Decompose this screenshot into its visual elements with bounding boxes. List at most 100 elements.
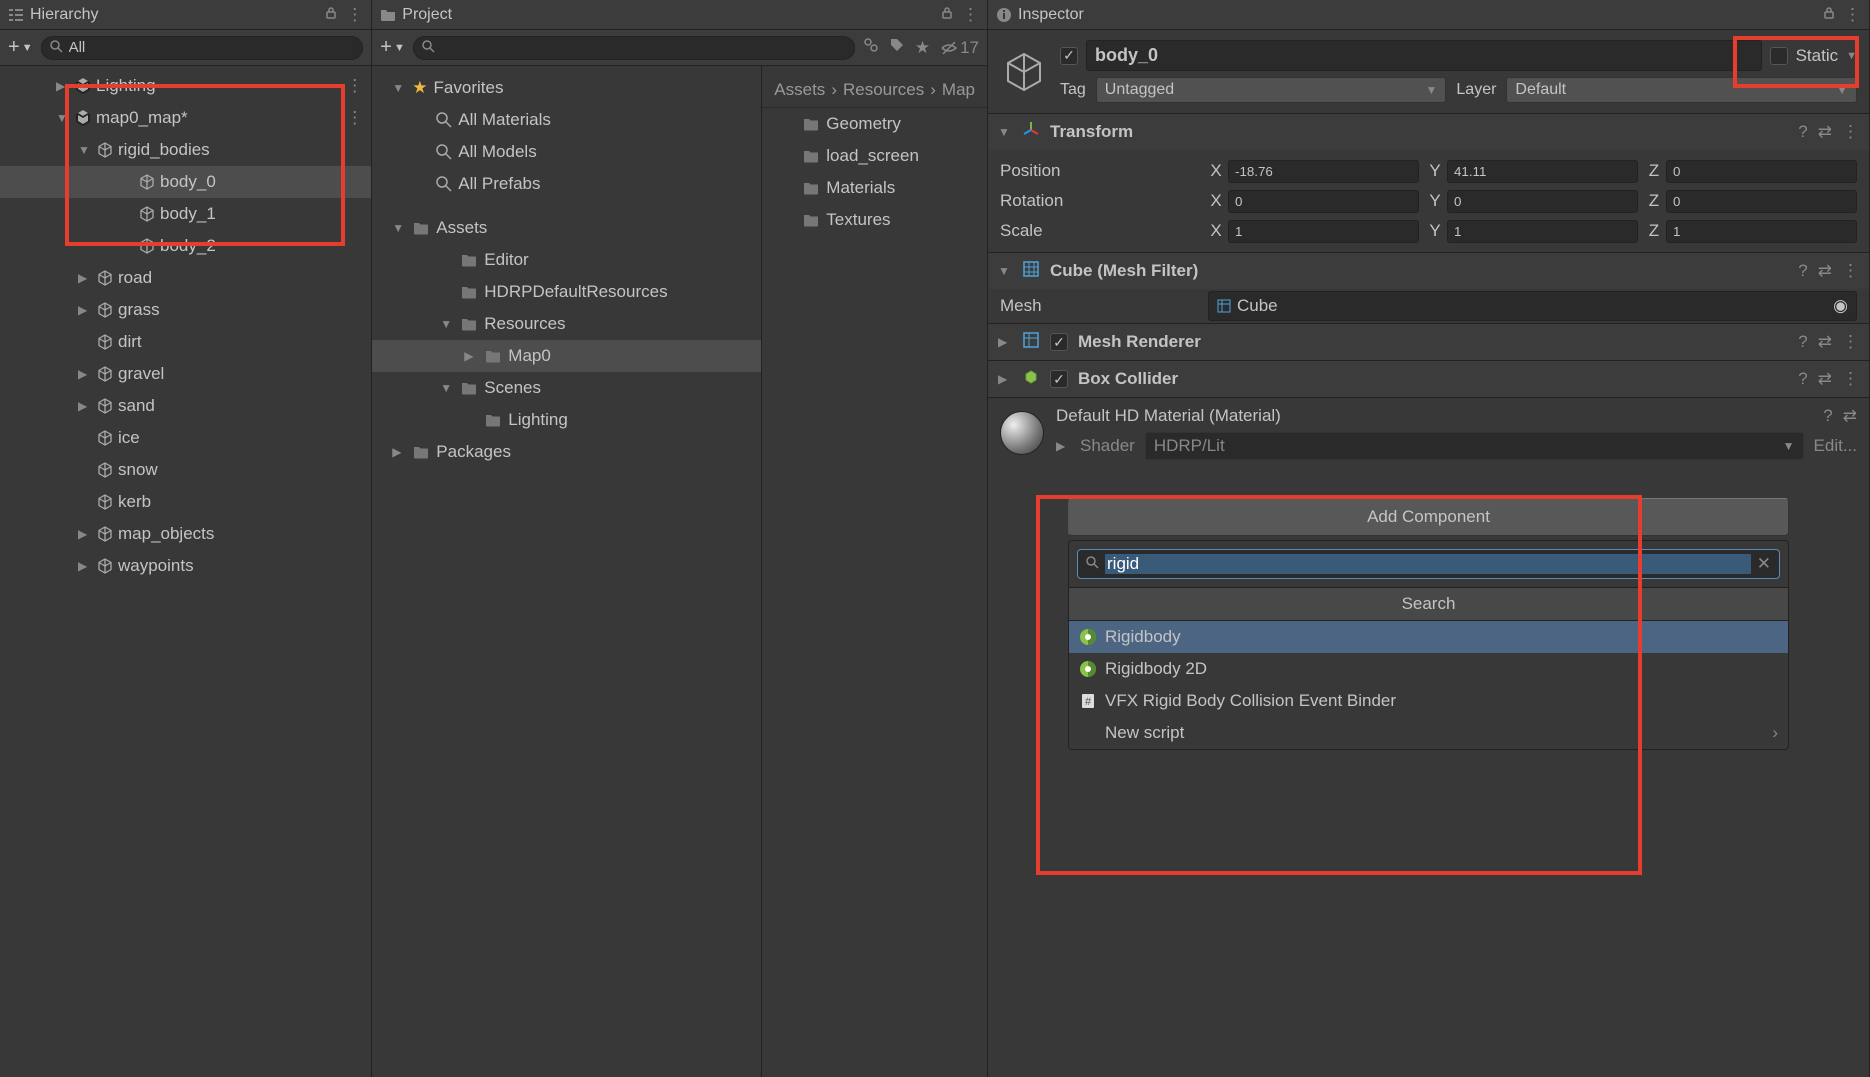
component-result-rigidbody[interactable]: Rigidbody: [1069, 621, 1788, 653]
component-result-vfx-rigid-body-collision-event-binder[interactable]: #VFX Rigid Body Collision Event Binder: [1069, 685, 1788, 717]
object-name-input[interactable]: [1086, 40, 1762, 71]
favorite-all-models[interactable]: All Models: [372, 136, 761, 168]
help-icon[interactable]: ?: [1798, 122, 1807, 142]
enabled-checkbox[interactable]: [1060, 47, 1078, 65]
panel-menu-icon[interactable]: ⋮: [1844, 5, 1861, 25]
hierarchy-item-road[interactable]: ▶road: [0, 262, 371, 294]
component-enabled-checkbox[interactable]: [1050, 370, 1068, 388]
folder-scenes[interactable]: ▼Scenes: [372, 372, 761, 404]
position-z-input[interactable]: [1666, 160, 1857, 183]
tag-icon[interactable]: [889, 37, 905, 58]
favorite-all-prefabs[interactable]: All Prefabs: [372, 168, 761, 200]
hierarchy-item-body-1[interactable]: body_1: [0, 198, 371, 230]
hierarchy-item-dirt[interactable]: dirt: [0, 326, 371, 358]
menu-icon[interactable]: ⋮: [1842, 122, 1859, 142]
preset-icon[interactable]: ⇄: [1818, 122, 1832, 142]
menu-icon[interactable]: ⋮: [1842, 261, 1859, 281]
lock-icon[interactable]: [1822, 5, 1836, 25]
preset-icon[interactable]: ⇄: [1818, 369, 1832, 389]
component-enabled-checkbox[interactable]: [1050, 333, 1068, 351]
item-menu-icon[interactable]: ⋮: [346, 76, 363, 96]
hierarchy-item-body-0[interactable]: body_0: [0, 166, 371, 198]
project-search-input[interactable]: [441, 39, 846, 56]
folder-resources[interactable]: ▼Resources: [372, 308, 761, 340]
mesh-field[interactable]: Cube ◉: [1208, 291, 1857, 321]
component-search-box[interactable]: ✕: [1077, 549, 1780, 579]
lock-icon[interactable]: [940, 5, 954, 25]
menu-icon[interactable]: ⋮: [1842, 369, 1859, 389]
folder-materials[interactable]: Materials: [762, 172, 987, 204]
menu-icon[interactable]: ⋮: [1842, 332, 1859, 352]
add-component-button[interactable]: Add Component: [1068, 498, 1789, 536]
hierarchy-item-sand[interactable]: ▶sand: [0, 390, 371, 422]
rotation-z-input[interactable]: [1666, 190, 1857, 213]
help-icon[interactable]: ?: [1798, 332, 1807, 352]
component-search-input[interactable]: [1105, 554, 1751, 574]
panel-menu-icon[interactable]: ⋮: [962, 5, 979, 25]
position-y-input[interactable]: [1447, 160, 1638, 183]
assets-folder[interactable]: ▼Assets: [372, 212, 761, 244]
shader-dropdown[interactable]: HDRP/Lit ▼: [1145, 432, 1804, 460]
hierarchy-item-snow[interactable]: snow: [0, 454, 371, 486]
filter-icon[interactable]: [863, 37, 879, 58]
folder-geometry[interactable]: Geometry: [762, 108, 987, 140]
preset-icon[interactable]: ⇄: [1818, 261, 1832, 281]
folder-textures[interactable]: Textures: [762, 204, 987, 236]
component-header[interactable]: ▶ Mesh Renderer ? ⇄ ⋮: [988, 324, 1869, 360]
hierarchy-item-rigid-bodies[interactable]: ▼rigid_bodies: [0, 134, 371, 166]
favorite-all-materials[interactable]: All Materials: [372, 104, 761, 136]
hierarchy-item-lighting[interactable]: ▶Lighting⋮: [0, 70, 371, 102]
folder-editor[interactable]: Editor: [372, 244, 761, 276]
component-header[interactable]: ▼ Transform ? ⇄ ⋮: [988, 114, 1869, 150]
help-icon[interactable]: ?: [1823, 406, 1832, 426]
hierarchy-item-gravel[interactable]: ▶gravel: [0, 358, 371, 390]
hierarchy-item-grass[interactable]: ▶grass: [0, 294, 371, 326]
star-icon[interactable]: ★: [915, 38, 930, 58]
layer-dropdown[interactable]: Default ▼: [1506, 77, 1857, 103]
object-picker-icon[interactable]: ◉: [1833, 296, 1848, 316]
project-search[interactable]: [413, 36, 855, 60]
hierarchy-item-kerb[interactable]: kerb: [0, 486, 371, 518]
folder-map0[interactable]: ▶Map0: [372, 340, 761, 372]
folder-load_screen[interactable]: load_screen: [762, 140, 987, 172]
hierarchy-item-body-2[interactable]: body_2: [0, 230, 371, 262]
hidden-count[interactable]: 17: [940, 38, 979, 58]
rotation-y-input[interactable]: [1447, 190, 1638, 213]
breadcrumb-item[interactable]: Resources: [843, 80, 924, 100]
component-header[interactable]: ▶ Box Collider ? ⇄ ⋮: [988, 361, 1869, 397]
hierarchy-search-input[interactable]: [69, 39, 355, 56]
breadcrumb-item[interactable]: Assets: [774, 80, 825, 100]
preset-icon[interactable]: ⇄: [1818, 332, 1832, 352]
rotation-x-input[interactable]: [1228, 190, 1419, 213]
hierarchy-item-map-objects[interactable]: ▶map_objects: [0, 518, 371, 550]
scale-x-input[interactable]: [1228, 220, 1419, 243]
static-checkbox[interactable]: [1770, 47, 1788, 65]
edit-button[interactable]: Edit...: [1814, 436, 1857, 456]
item-menu-icon[interactable]: ⋮: [346, 108, 363, 128]
folder-lighting[interactable]: Lighting: [372, 404, 761, 436]
add-button[interactable]: +▼: [8, 36, 33, 59]
preset-icon[interactable]: ⇄: [1843, 406, 1857, 426]
folder-hdrpdefaultresources[interactable]: HDRPDefaultResources: [372, 276, 761, 308]
chevron-right-icon[interactable]: ▶: [1056, 439, 1070, 453]
breadcrumb-item[interactable]: Map: [942, 80, 975, 100]
scale-y-input[interactable]: [1447, 220, 1638, 243]
add-button[interactable]: +▼: [380, 36, 405, 59]
component-result-new-script[interactable]: New script›: [1069, 717, 1788, 749]
hierarchy-item-map0-map-[interactable]: ▼map0_map*⋮: [0, 102, 371, 134]
hierarchy-item-waypoints[interactable]: ▶waypoints: [0, 550, 371, 582]
favorites[interactable]: ▼★Favorites: [372, 72, 761, 104]
component-result-rigidbody-2d[interactable]: Rigidbody 2D: [1069, 653, 1788, 685]
scale-z-input[interactable]: [1666, 220, 1857, 243]
clear-icon[interactable]: ✕: [1757, 554, 1771, 574]
packages-folder[interactable]: ▶Packages: [372, 436, 761, 468]
help-icon[interactable]: ?: [1798, 261, 1807, 281]
lock-icon[interactable]: [324, 5, 338, 25]
tag-dropdown[interactable]: Untagged ▼: [1096, 77, 1447, 103]
panel-menu-icon[interactable]: ⋮: [346, 5, 363, 25]
hierarchy-item-ice[interactable]: ice: [0, 422, 371, 454]
chevron-down-icon[interactable]: ▼: [1846, 50, 1857, 62]
help-icon[interactable]: ?: [1798, 369, 1807, 389]
component-header[interactable]: ▼ Cube (Mesh Filter) ? ⇄ ⋮: [988, 253, 1869, 289]
hierarchy-search[interactable]: [41, 36, 364, 60]
